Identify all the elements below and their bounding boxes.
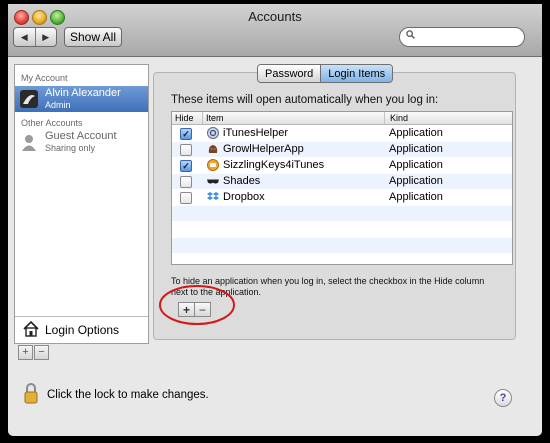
item-name: GrowlHelperApp: [223, 143, 304, 155]
window-title: Accounts: [248, 9, 302, 24]
empty-row: [172, 238, 512, 253]
forward-button[interactable]: ▶: [34, 28, 57, 46]
login-options-label: Login Options: [45, 323, 120, 337]
itunes-helper-icon: [207, 127, 219, 139]
house-icon: [23, 321, 39, 337]
lock-message: Click the lock to make changes.: [47, 389, 209, 401]
hide-checkbox[interactable]: ✓: [180, 128, 192, 140]
column-header-hide[interactable]: Hide: [172, 112, 203, 124]
account-role: Sharing only: [45, 143, 96, 153]
column-header-item[interactable]: Item: [203, 112, 385, 124]
user-avatar-icon: [20, 90, 38, 108]
table-row[interactable]: GrowlHelperApp Application: [172, 142, 512, 157]
account-guest[interactable]: Guest Account Sharing only: [15, 129, 148, 155]
table-row[interactable]: Dropbox Application: [172, 190, 512, 205]
accounts-sidebar: My Account Alvin Alexander Admin Other A…: [14, 64, 149, 344]
guest-user-icon: [22, 135, 36, 151]
title-bar: Accounts ◀ ▶ Show All: [8, 4, 542, 57]
growl-icon: [208, 145, 218, 153]
item-name: SizzlingKeys4iTunes: [223, 159, 325, 171]
account-alvin-alexander[interactable]: Alvin Alexander Admin: [15, 86, 148, 112]
item-kind: Application: [389, 127, 443, 139]
item-kind: Application: [389, 175, 443, 187]
hide-checkbox[interactable]: [180, 192, 192, 204]
sizzlingkeys-icon: [207, 159, 219, 171]
item-name: iTunesHelper: [223, 127, 289, 139]
tab-password[interactable]: Password: [258, 65, 321, 82]
add-account-button[interactable]: +: [18, 345, 33, 360]
dropbox-icon: [207, 192, 219, 200]
account-role: Admin: [45, 100, 71, 110]
item-kind: Application: [389, 191, 443, 203]
empty-row: [172, 206, 512, 221]
back-forward-control: ◀ ▶: [13, 27, 57, 47]
show-all-button[interactable]: Show All: [64, 27, 122, 47]
item-name: Dropbox: [223, 191, 265, 203]
back-button[interactable]: ◀: [14, 28, 35, 46]
help-button[interactable]: ?: [494, 389, 512, 407]
login-items-intro: These items will open automatically when…: [171, 94, 439, 106]
shades-icon: [207, 179, 219, 184]
table-row[interactable]: Shades Application: [172, 174, 512, 189]
my-account-heading: My Account: [21, 73, 68, 83]
account-name: Alvin Alexander: [45, 87, 121, 99]
lock-icon[interactable]: [24, 382, 38, 404]
tab-login-items[interactable]: Login Items: [320, 65, 393, 82]
item-kind: Application: [389, 143, 443, 155]
hide-checkbox[interactable]: [180, 144, 192, 156]
item-kind: Application: [389, 159, 443, 171]
annotation-circle: [159, 285, 235, 325]
other-accounts-heading: Other Accounts: [21, 118, 83, 128]
table-row[interactable]: ✓ SizzlingKeys4iTunes Application: [172, 158, 512, 173]
table-header: Hide Item Kind: [172, 112, 512, 125]
tab-bar: Password Login Items: [257, 64, 394, 83]
search-icon: [406, 30, 415, 39]
login-items-table: Hide Item Kind ✓ iTunesHelper Applicatio…: [171, 111, 513, 265]
hide-checkbox[interactable]: [180, 176, 192, 188]
item-name: Shades: [223, 175, 261, 187]
search-field[interactable]: [399, 27, 525, 47]
account-name: Guest Account: [45, 130, 117, 142]
login-options-item[interactable]: Login Options: [15, 316, 148, 343]
column-header-kind[interactable]: Kind: [387, 112, 408, 124]
hide-checkbox[interactable]: ✓: [180, 160, 192, 172]
table-row[interactable]: ✓ iTunesHelper Application: [172, 126, 512, 141]
remove-account-button[interactable]: −: [34, 345, 49, 360]
